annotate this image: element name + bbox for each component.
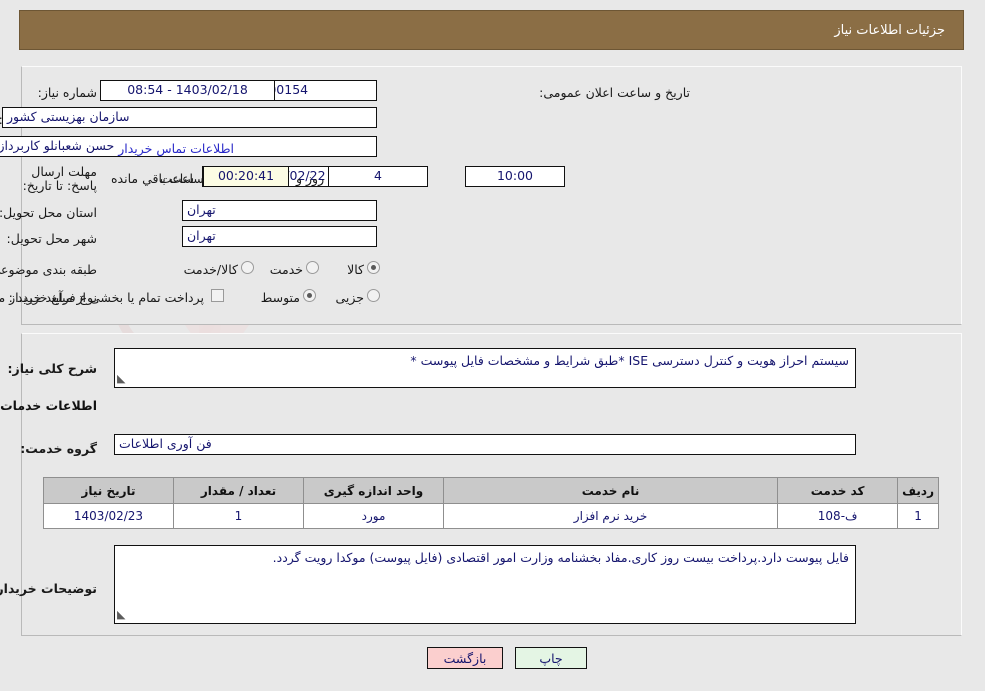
cell-name: خرید نرم افزار [443, 503, 780, 529]
need-number-label: شماره نیاز: [38, 85, 98, 100]
radio-category-khedmat[interactable] [307, 261, 320, 274]
col-name: نام خدمت [443, 477, 780, 504]
general-description-label: شرح کلی نیاز: [8, 361, 98, 376]
resize-grip-icon[interactable]: ◢ [118, 371, 126, 387]
announce-datetime-value: 1403/02/18 - 08:54 [101, 80, 276, 101]
cell-date: 1403/02/23 [44, 503, 175, 529]
services-table: ردیف کد خدمت نام خدمت واحد اندازه گیری ت… [44, 477, 940, 529]
table-header-row: ردیف کد خدمت نام خدمت واحد اندازه گیری ت… [44, 477, 940, 504]
col-qty: تعداد / مقدار [174, 477, 305, 504]
radio-label-jozei: جزیی [336, 290, 365, 305]
announce-datetime-label: تاریخ و ساعت اعلان عمومی: [540, 85, 691, 100]
col-unit: واحد اندازه گیری [304, 477, 445, 504]
delivery-province-label: استان محل تحویل: [0, 205, 98, 220]
treasury-docs-checkbox[interactable] [212, 289, 225, 302]
category-label: طبقه بندی موضوعی: [0, 262, 98, 277]
buyer-contact-link[interactable]: اطلاعات تماس خریدار [119, 142, 235, 156]
radio-label-kala-khedmat: کالا/خدمت [184, 262, 239, 277]
service-group-value: فن آوری اطلاعات [115, 434, 857, 455]
col-code: کد خدمت [778, 477, 900, 504]
services-section-heading: اطلاعات خدمات مورد نیاز [0, 398, 98, 413]
cell-radif: 1 [898, 503, 940, 529]
delivery-city-value: تهران [183, 226, 378, 247]
radio-category-kala-khedmat[interactable] [242, 261, 255, 274]
need-info-panel [22, 66, 963, 325]
radio-category-kala[interactable] [368, 261, 381, 274]
buyer-notes-value: فایل پیوست دارد.پرداخت بیست روز کاری.مفا… [273, 550, 850, 565]
page-title-bar: جزئیات اطلاعات نیاز [20, 10, 965, 50]
radio-label-kala: کالا [348, 262, 365, 277]
delivery-province-value: تهران [183, 200, 378, 221]
radio-process-motevaset[interactable] [304, 289, 317, 302]
tender-details-page: AriaTender.net جزئیات اطلاعات نیاز شماره… [0, 0, 985, 691]
deadline-time-value: 10:00 [466, 166, 566, 187]
col-radif: ردیف [898, 477, 940, 504]
days-label: روز و [297, 171, 326, 186]
general-description-value: سیستم احراز هویت و کنترل دسترسی ISE *طبق… [411, 353, 850, 368]
service-group-label: گروه خدمت: [21, 441, 98, 456]
cell-code: ف-108 [778, 503, 900, 529]
radio-process-jozei[interactable] [368, 289, 381, 302]
radio-label-khedmat: خدمت [270, 262, 304, 277]
resize-grip-icon-notes[interactable]: ◢ [118, 607, 126, 623]
table-row[interactable]: 1 ف-108 خرید نرم افزار مورد 1 1403/02/23 [44, 503, 940, 529]
buyer-org-value: سازمان بهزیستی کشور [3, 107, 378, 128]
cell-qty: 1 [174, 503, 305, 529]
cell-unit: مورد [304, 503, 445, 529]
countdown-value: 00:20:41 [204, 166, 290, 187]
radio-label-motevaset: متوسط [261, 290, 301, 305]
remaining-hours-label: ساعت باقي مانده [112, 171, 205, 186]
back-button[interactable]: بازگشت [428, 647, 504, 669]
remaining-days-value: 4 [329, 166, 429, 187]
print-button[interactable]: چاپ [516, 647, 588, 669]
page-title: جزئیات اطلاعات نیاز [835, 22, 946, 38]
treasury-docs-note: پرداخت تمام یا بخشی از مبلغ خرید،از محل … [0, 290, 205, 305]
col-date: تاریخ نیاز [44, 477, 175, 504]
buyer-notes-textarea[interactable]: فایل پیوست دارد.پرداخت بیست روز کاری.مفا… [115, 545, 857, 624]
delivery-city-label: شهر محل تحویل: [7, 231, 98, 246]
buyer-notes-label: توضیحات خریدار: [0, 581, 98, 596]
general-description-textarea[interactable]: سیستم احراز هویت و کنترل دسترسی ISE *طبق… [115, 348, 857, 388]
